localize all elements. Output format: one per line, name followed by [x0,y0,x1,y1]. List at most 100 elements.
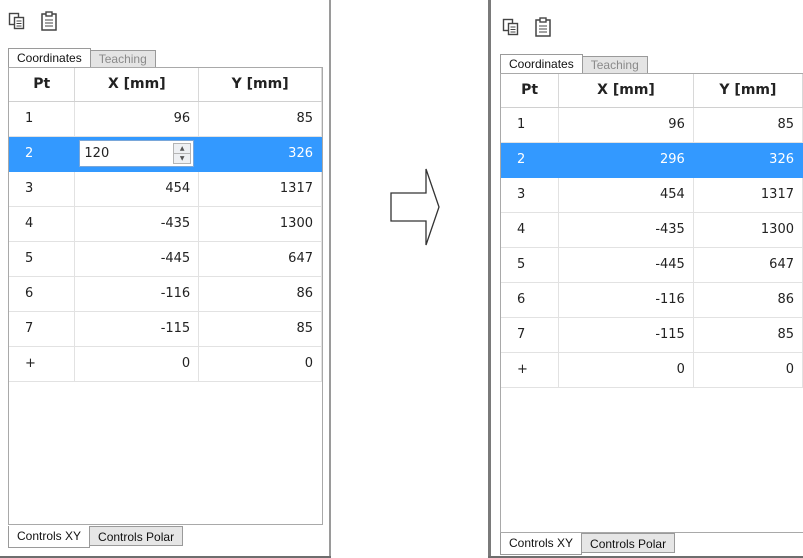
coordinates-table: Pt X [mm] Y [mm] 1 96 85 2 296 326 3 454… [501,74,803,388]
tab-controls-polar[interactable]: Controls Polar [581,533,676,553]
table-row[interactable]: 7 -115 85 [501,317,803,353]
tab-coordinates[interactable]: Coordinates [500,54,583,74]
y-cell[interactable]: 1300 [198,206,322,242]
x-cell[interactable]: -115 [558,317,694,353]
pt-cell[interactable]: 5 [501,247,560,283]
coordinates-table: Pt X [mm] Y [mm] 1 96 85 2 120 ▲ ▼ 326 3… [9,68,322,382]
pt-cell[interactable]: 6 [9,276,76,312]
table-header-row: Pt X [mm] Y [mm] [9,68,322,102]
x-cell[interactable]: -116 [74,276,200,312]
tab-teaching[interactable]: Teaching [89,50,156,68]
y-cell[interactable]: 1317 [198,171,322,207]
y-cell[interactable]: 1300 [693,212,803,248]
y-cell[interactable]: 647 [693,247,803,283]
table-row[interactable]: 7 -115 85 [9,311,322,347]
column-header-pt[interactable]: Pt [501,74,560,108]
pt-cell[interactable]: 7 [501,317,560,353]
pt-cell[interactable]: 5 [9,241,76,277]
add-point-cell[interactable]: + [9,346,76,382]
pt-cell[interactable]: 3 [501,177,560,213]
x-cell[interactable]: -445 [558,247,694,283]
copy-icon [8,12,25,30]
y-cell[interactable]: 326 [198,136,322,172]
table-row[interactable]: 4 -435 1300 [501,212,803,248]
x-cell-editor[interactable]: 120 ▲ ▼ [74,136,200,172]
copy-button[interactable] [500,16,522,38]
panel-border [329,0,331,558]
paste-button[interactable] [532,16,554,38]
panel-border [488,0,491,558]
tab-controls-xy[interactable]: Controls XY [500,533,583,555]
spinner: ▲ ▼ [173,143,192,164]
y-cell[interactable]: 85 [198,101,322,137]
x-cell[interactable]: 296 [558,142,694,178]
x-cell[interactable]: 0 [74,346,200,382]
x-cell[interactable]: -435 [74,206,200,242]
x-cell[interactable]: 0 [558,352,694,388]
table-row[interactable]: 1 96 85 [9,101,322,137]
column-header-y[interactable]: Y [mm] [198,68,322,102]
table-row[interactable]: 6 -116 86 [9,276,322,312]
x-value-input[interactable]: 120 [84,146,109,161]
coordinates-grid: Pt X [mm] Y [mm] 1 96 85 2 120 ▲ ▼ 326 3… [8,67,323,525]
y-cell[interactable]: 85 [693,317,803,353]
y-cell[interactable]: 1317 [693,177,803,213]
add-point-cell[interactable]: + [501,352,560,388]
panel-toolbar [500,14,554,40]
tab-coordinates[interactable]: Coordinates [8,48,91,68]
column-header-x[interactable]: X [mm] [74,68,200,102]
y-cell[interactable]: 647 [198,241,322,277]
x-cell[interactable]: 454 [558,177,694,213]
table-row[interactable]: 3 454 1317 [501,177,803,213]
pt-cell[interactable]: 2 [501,142,560,178]
table-row[interactable]: 3 454 1317 [9,171,322,207]
table-row-selected[interactable]: 2 120 ▲ ▼ 326 [9,136,322,172]
x-cell[interactable]: -115 [74,311,200,347]
y-cell[interactable]: 86 [693,282,803,318]
spin-up-button[interactable]: ▲ [173,143,192,154]
pt-cell[interactable]: 4 [9,206,76,242]
y-cell[interactable]: 85 [693,107,803,143]
table-row-selected[interactable]: 2 296 326 [501,142,803,178]
spin-down-button[interactable]: ▼ [173,154,192,164]
table-row-new[interactable]: + 0 0 [9,346,322,382]
tab-controls-polar[interactable]: Controls Polar [89,526,184,546]
pt-cell[interactable]: 4 [501,212,560,248]
tab-teaching[interactable]: Teaching [581,56,648,74]
paste-button[interactable] [38,10,60,32]
x-cell[interactable]: 96 [558,107,694,143]
x-cell[interactable]: -116 [558,282,694,318]
table-row-new[interactable]: + 0 0 [501,352,803,388]
copy-button[interactable] [6,10,28,32]
pt-cell[interactable]: 7 [9,311,76,347]
x-cell[interactable]: -445 [74,241,200,277]
table-row[interactable]: 1 96 85 [501,107,803,143]
column-header-y[interactable]: Y [mm] [693,74,803,108]
panel-toolbar [6,8,60,34]
pt-cell[interactable]: 6 [501,282,560,318]
pt-cell[interactable]: 2 [9,136,76,172]
y-cell[interactable]: 326 [693,142,803,178]
y-cell[interactable]: 86 [198,276,322,312]
table-row[interactable]: 6 -116 86 [501,282,803,318]
y-cell[interactable]: 0 [693,352,803,388]
column-header-pt[interactable]: Pt [9,68,76,102]
x-cell[interactable]: 454 [74,171,200,207]
y-cell[interactable]: 85 [198,311,322,347]
column-header-x[interactable]: X [mm] [558,74,694,108]
pt-cell[interactable]: 3 [9,171,76,207]
x-value-spinbox[interactable]: 120 ▲ ▼ [79,140,195,167]
coordinates-panel-after: Coordinates Teaching Pt X [mm] Y [mm] 1 … [488,0,803,558]
pt-cell[interactable]: 1 [9,101,76,137]
x-cell[interactable]: -435 [558,212,694,248]
pt-cell[interactable]: 1 [501,107,560,143]
x-cell[interactable]: 96 [74,101,200,137]
table-row[interactable]: 5 -445 647 [501,247,803,283]
bottom-tab-strip: Controls XY Controls Polar [8,526,184,548]
right-arrow-outline-icon [390,168,440,246]
table-row[interactable]: 4 -435 1300 [9,206,322,242]
tab-controls-xy[interactable]: Controls XY [8,526,91,548]
coordinates-grid: Pt X [mm] Y [mm] 1 96 85 2 296 326 3 454… [500,73,803,533]
y-cell[interactable]: 0 [198,346,322,382]
table-row[interactable]: 5 -445 647 [9,241,322,277]
